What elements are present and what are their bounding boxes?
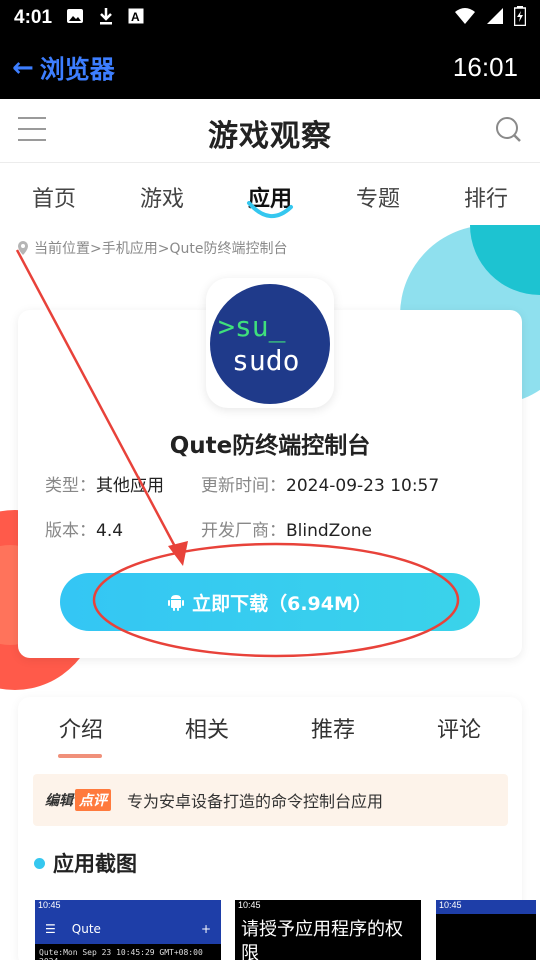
tab-games[interactable]: 游戏 xyxy=(108,163,216,225)
editor-review: 编辑 点评 专为安卓设备打造的命令控制台应用 xyxy=(33,774,508,826)
font-icon: A xyxy=(128,8,144,28)
subtab-active-indicator xyxy=(58,754,102,758)
image-icon xyxy=(66,8,84,28)
app-name: Qute防终端控制台 xyxy=(169,433,371,459)
screenshot-1-appbar: ☰ Qute + xyxy=(35,914,221,944)
subtab-recommend[interactable]: 推荐 xyxy=(270,712,396,744)
editor-tag: 编辑 xyxy=(45,793,73,809)
screenshot-3-statusbar: 10:45 xyxy=(436,900,536,914)
active-tab-swoosh-icon xyxy=(247,201,293,218)
browser-clock: 16:01 xyxy=(452,52,518,82)
tab-ranking[interactable]: 排行 xyxy=(432,163,540,225)
subtab-related[interactable]: 相关 xyxy=(144,712,270,744)
tab-topics[interactable]: 专题 xyxy=(324,163,432,225)
nav-tabs: 首页 游戏 应用 专题 排行 xyxy=(0,163,540,225)
svg-text:A: A xyxy=(131,10,140,24)
app-icon-line2: sudo xyxy=(232,344,299,377)
search-icon[interactable] xyxy=(494,115,522,143)
section-dot-icon xyxy=(34,857,45,869)
breadcrumb-text[interactable]: 当前位置>手机应用>Qute防终端控制台 xyxy=(34,238,287,258)
breadcrumb: 当前位置>手机应用>Qute防终端控制台 xyxy=(16,238,287,258)
app-icon-line1: >su_ xyxy=(218,310,286,344)
wifi-icon xyxy=(454,7,476,29)
location-pin-icon xyxy=(18,241,28,255)
download-button[interactable]: 立即下载（6.94M） xyxy=(60,573,480,631)
app-icon: >su_ sudo xyxy=(210,284,330,404)
sub-tabs: 介绍 相关 推荐 评论 xyxy=(18,712,522,744)
back-arrow-icon[interactable]: ← xyxy=(12,53,34,83)
screenshot-1-statusbar: 10:45 xyxy=(35,900,221,914)
download-button-label: 立即下载（6.94M） xyxy=(192,592,372,615)
status-bar: 4:01 A xyxy=(0,0,540,36)
browser-bar: ← 浏览器 16:01 xyxy=(0,36,540,99)
battery-icon xyxy=(513,6,527,30)
subtab-intro[interactable]: 介绍 xyxy=(18,712,144,744)
app-developer: 开发厂商：BlindZone xyxy=(201,521,372,541)
tab-home[interactable]: 首页 xyxy=(0,163,108,225)
tab-apps[interactable]: 应用 xyxy=(216,163,324,225)
editor-review-text: 专为安卓设备打造的命令控制台应用 xyxy=(127,792,384,811)
screenshot-1-log: Qute:Mon Sep 23 10:45:29 GMT+08:00 2024 xyxy=(39,948,203,960)
site-title: 游戏观察 xyxy=(208,119,332,154)
browser-title: 浏览器 xyxy=(39,54,115,84)
screenshot-1[interactable]: 10:45 ☰ Qute + Qute:Mon Sep 23 10:45:29 … xyxy=(35,900,221,960)
app-version: 版本：4.4 xyxy=(45,521,124,541)
screenshot-3[interactable]: 10:45 xyxy=(436,900,536,960)
app-type: 类型：其他应用 xyxy=(45,476,164,496)
screenshot-2-statusbar: 10:45 xyxy=(235,900,421,914)
page: 4:01 A ← 浏览器 16:01 游戏观察 首页 游戏 应用 专题 排行 当… xyxy=(0,0,540,960)
subtab-comments[interactable]: 评论 xyxy=(396,712,522,744)
review-tag: 点评 xyxy=(75,789,111,811)
download-icon xyxy=(98,7,114,29)
screenshot-2-text: 请授予应用程序的权限 xyxy=(241,919,403,960)
app-icon-frame: >su_ sudo xyxy=(206,278,334,408)
screenshot-plus-icon: + xyxy=(200,922,211,936)
screenshot-menu-icon: ☰ xyxy=(45,922,56,936)
screenshots-title: 应用截图 xyxy=(34,848,137,878)
screenshot-2[interactable]: 10:45 请授予应用程序的权限 xyxy=(235,900,421,960)
signal-icon xyxy=(486,7,504,29)
android-icon xyxy=(168,595,185,611)
site-header: 游戏观察 xyxy=(0,99,540,163)
app-update-time: 更新时间：2024-09-23 10:57 xyxy=(201,476,440,496)
screenshot-1-app-title: Qute xyxy=(71,922,101,936)
status-time: 4:01 xyxy=(14,7,53,28)
